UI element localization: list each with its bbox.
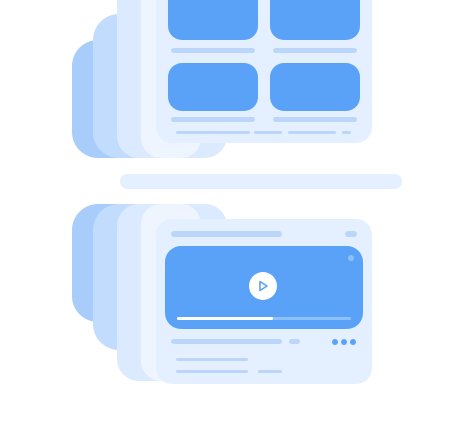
- more-dots-icon[interactable]: [332, 338, 358, 346]
- video-menu-pill[interactable]: [345, 231, 357, 237]
- video-caption-line: [171, 339, 282, 344]
- gallery-card: [156, 0, 372, 143]
- tile-caption-line: [171, 117, 255, 122]
- dot: [350, 339, 356, 345]
- bottom-card-stack: [0, 196, 474, 396]
- footer-line: [342, 131, 351, 134]
- footer-line: [254, 131, 282, 134]
- gallery-tile[interactable]: [270, 0, 360, 40]
- dot: [332, 339, 338, 345]
- dot: [341, 339, 347, 345]
- separator-bar: [120, 174, 402, 189]
- tile-caption-line: [171, 48, 255, 53]
- play-icon: [259, 280, 268, 292]
- progress-track[interactable]: [177, 317, 351, 320]
- meta-line: [176, 370, 248, 373]
- progress-fill: [177, 317, 273, 320]
- video-player[interactable]: [165, 246, 363, 329]
- gallery-tile[interactable]: [168, 0, 258, 40]
- video-card: [156, 219, 372, 384]
- tile-caption-line: [273, 117, 357, 122]
- meta-line: [258, 370, 282, 373]
- status-dot: [348, 255, 354, 261]
- video-title-line: [171, 231, 282, 237]
- gallery-tile[interactable]: [168, 63, 258, 111]
- tile-caption-line: [273, 48, 357, 53]
- footer-line: [288, 131, 336, 134]
- gallery-tile[interactable]: [270, 63, 360, 111]
- meta-line: [176, 358, 248, 361]
- video-caption-tag: [289, 339, 300, 344]
- top-card-stack: [0, 0, 474, 170]
- play-button[interactable]: [249, 272, 277, 300]
- footer-line: [176, 131, 250, 134]
